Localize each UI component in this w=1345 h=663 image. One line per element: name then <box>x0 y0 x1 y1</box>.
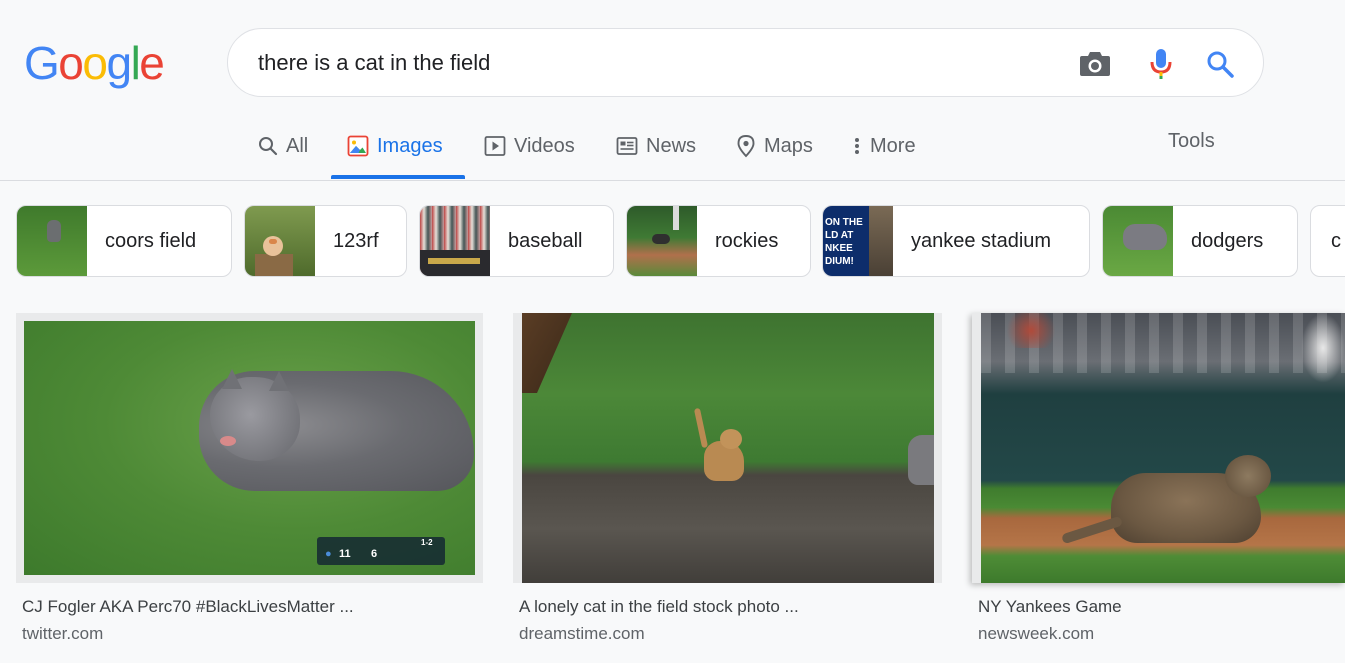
image-result-3[interactable]: NY Yankees Game newsweek.com <box>972 313 1345 643</box>
chip-label: c <box>1331 229 1341 252</box>
search-box[interactable]: there is a cat in the field <box>227 28 1264 97</box>
tab-more[interactable]: More <box>852 128 916 164</box>
chip-thumbnail <box>627 206 697 276</box>
tab-label: Maps <box>764 134 813 157</box>
search-tabs: All Images Videos News Maps More Tools <box>0 118 1345 180</box>
tab-images[interactable]: Images <box>347 128 443 164</box>
chip-rockies[interactable]: rockies <box>626 205 811 277</box>
tab-label: Images <box>377 134 443 157</box>
image-icon <box>347 135 369 157</box>
chip-partial[interactable]: c <box>1310 205 1345 277</box>
tools-button[interactable]: Tools <box>1168 130 1215 153</box>
play-icon <box>484 136 506 156</box>
chip-dodgers[interactable]: dodgers <box>1102 205 1298 277</box>
result-image[interactable] <box>513 313 942 583</box>
chip-thumbnail-text: ON THE LD AT NKEE DIUM! <box>825 217 863 267</box>
result-title[interactable]: A lonely cat in the field stock photo ..… <box>519 597 799 617</box>
tab-label: More <box>870 134 916 157</box>
google-logo[interactable]: Google <box>24 38 165 88</box>
image-result-2[interactable]: A lonely cat in the field stock photo ..… <box>513 313 942 643</box>
tab-maps[interactable]: Maps <box>736 128 813 164</box>
map-pin-icon <box>737 135 755 158</box>
tab-label: All <box>286 134 309 157</box>
result-source[interactable]: newsweek.com <box>978 624 1094 644</box>
chip-label: yankee stadium <box>911 229 1052 252</box>
result-title[interactable]: NY Yankees Game <box>978 597 1122 617</box>
chip-thumbnail <box>1103 206 1173 276</box>
chip-label: baseball <box>508 229 583 252</box>
result-source[interactable]: dreamstime.com <box>519 624 645 644</box>
news-icon <box>616 137 638 155</box>
chip-yankee-stadium[interactable]: ON THE LD AT NKEE DIUM! yankee stadium <box>822 205 1090 277</box>
chip-123rf[interactable]: 123rf <box>244 205 407 277</box>
chip-baseball[interactable]: baseball <box>419 205 614 277</box>
chip-thumbnail <box>17 206 87 276</box>
microphone-icon[interactable] <box>1143 46 1179 82</box>
tab-label: News <box>646 134 697 157</box>
tab-videos[interactable]: Videos <box>484 128 575 164</box>
result-image[interactable]: ● 11 6 1-2 <box>16 313 483 583</box>
search-icon <box>259 137 278 156</box>
header-divider <box>0 180 1345 181</box>
active-tab-indicator <box>331 175 465 179</box>
chip-label: coors field <box>105 229 197 252</box>
chip-thumbnail <box>420 206 490 276</box>
tab-all[interactable]: All <box>258 128 308 164</box>
chip-label: 123rf <box>333 229 379 252</box>
image-result-1[interactable]: ● 11 6 1-2 CJ Fogler AKA Perc70 #BlackLi… <box>16 313 483 643</box>
search-input[interactable]: there is a cat in the field <box>258 49 490 77</box>
chip-label: dodgers <box>1191 229 1264 252</box>
search-icon[interactable] <box>1202 46 1238 82</box>
result-image[interactable] <box>972 313 1345 583</box>
result-title[interactable]: CJ Fogler AKA Perc70 #BlackLivesMatter .… <box>22 597 354 617</box>
chip-coors-field[interactable]: coors field <box>16 205 232 277</box>
result-source[interactable]: twitter.com <box>22 624 103 644</box>
chip-label: rockies <box>715 229 779 252</box>
scoreboard-overlay: ● 11 6 1-2 <box>317 537 445 565</box>
chip-thumbnail <box>245 206 315 276</box>
scoreboard-home: 11 <box>339 548 351 560</box>
tab-label: Videos <box>514 134 575 157</box>
tab-news[interactable]: News <box>616 128 696 164</box>
more-vert-icon <box>855 138 859 154</box>
chip-thumbnail: ON THE LD AT NKEE DIUM! <box>823 206 893 276</box>
camera-icon[interactable] <box>1077 46 1113 82</box>
google-images-page: Google there is a cat in the field All I… <box>0 0 1345 663</box>
scoreboard-inning: 1-2 <box>421 538 433 547</box>
scoreboard-away: 6 <box>371 548 378 560</box>
